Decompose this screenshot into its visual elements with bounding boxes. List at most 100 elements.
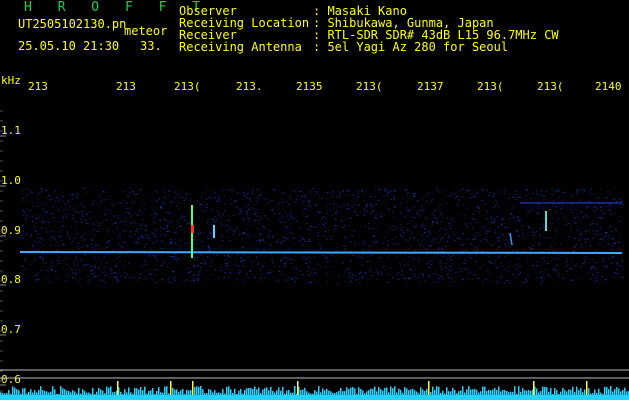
noise-dot xyxy=(259,233,261,235)
noise-dot xyxy=(598,217,600,219)
noise-dot xyxy=(232,234,234,236)
noise-dot xyxy=(601,243,603,245)
noise-dot xyxy=(313,250,316,252)
noise-dot xyxy=(386,194,388,196)
noise-dot xyxy=(618,198,620,200)
noise-dot xyxy=(271,208,273,210)
noise-dot xyxy=(600,218,602,220)
noise-dot xyxy=(160,207,163,209)
noise-dot xyxy=(55,196,58,198)
time-tick-label: 2137 xyxy=(417,80,444,93)
noise-dot xyxy=(500,222,502,224)
signal-level-bar xyxy=(404,387,406,396)
noise-dot xyxy=(343,204,345,206)
noise-dot xyxy=(443,204,445,206)
noise-dot xyxy=(473,246,476,248)
signal-level-bar xyxy=(268,390,270,396)
noise-dot xyxy=(169,201,172,203)
noise-dot xyxy=(579,226,581,228)
noise-dot xyxy=(271,200,273,202)
signal-level-bar xyxy=(510,391,512,396)
noise-dot xyxy=(589,262,591,264)
noise-dot xyxy=(590,188,592,190)
noise-dot xyxy=(119,201,121,203)
noise-dot xyxy=(600,216,602,218)
noise-dot xyxy=(294,191,297,193)
noise-dot xyxy=(548,249,550,251)
noise-dot xyxy=(193,274,195,276)
noise-dot xyxy=(531,231,533,233)
noise-dot xyxy=(407,256,410,258)
signal-level-bar xyxy=(90,393,92,396)
noise-dot xyxy=(66,275,68,277)
noise-dot xyxy=(516,250,518,252)
signal-level-bar xyxy=(50,391,52,396)
noise-dot xyxy=(58,221,60,223)
noise-dot xyxy=(273,213,275,215)
noise-dot xyxy=(107,209,109,211)
noise-dot xyxy=(171,276,173,278)
noise-dot xyxy=(68,274,70,276)
noise-dot xyxy=(109,212,111,214)
noise-dot xyxy=(166,225,169,227)
noise-dot xyxy=(439,254,442,256)
noise-dot xyxy=(185,198,187,200)
noise-dot xyxy=(573,250,575,252)
noise-dot xyxy=(171,259,173,261)
noise-dot xyxy=(427,193,429,195)
signal-level-bar xyxy=(126,392,128,396)
noise-dot xyxy=(355,198,357,200)
noise-dot xyxy=(107,241,110,243)
noise-dot xyxy=(174,242,176,244)
noise-dot xyxy=(342,227,344,228)
noise-dot xyxy=(41,257,44,259)
noise-dot xyxy=(117,236,120,237)
noise-dot xyxy=(533,268,536,270)
noise-dot xyxy=(329,191,332,193)
signal-level-bar xyxy=(160,392,162,396)
noise-dot xyxy=(428,202,430,204)
noise-dot xyxy=(174,279,176,281)
noise-dot xyxy=(453,221,455,223)
noise-dot xyxy=(518,220,521,221)
noise-dot xyxy=(514,198,517,200)
noise-dot xyxy=(436,188,438,189)
noise-dot xyxy=(124,277,126,279)
noise-dot xyxy=(111,238,113,240)
noise-dot xyxy=(432,221,434,223)
noise-dot xyxy=(303,257,305,259)
noise-dot xyxy=(264,215,266,217)
noise-dot xyxy=(374,196,377,198)
signal-level-bar xyxy=(550,388,552,396)
noise-dot xyxy=(351,235,353,237)
noise-dot xyxy=(155,200,158,202)
noise-dot xyxy=(465,249,467,251)
noise-dot xyxy=(194,257,196,259)
noise-dot xyxy=(522,281,525,283)
noise-dot xyxy=(503,223,505,225)
noise-dot xyxy=(362,193,364,195)
noise-dot xyxy=(30,264,33,266)
noise-dot xyxy=(195,279,197,281)
noise-dot xyxy=(251,193,253,195)
signal-level-bar xyxy=(538,392,540,396)
noise-dot xyxy=(73,262,75,263)
noise-dot xyxy=(590,268,592,270)
noise-dot xyxy=(407,230,409,232)
signal-level-bar xyxy=(150,390,152,396)
noise-dot xyxy=(553,258,556,260)
noise-dot xyxy=(410,245,413,247)
noise-dot xyxy=(590,245,592,247)
noise-dot xyxy=(573,275,575,277)
noise-dot xyxy=(365,188,367,190)
noise-dot xyxy=(30,235,32,237)
noise-dot xyxy=(586,207,588,209)
signal-level-bar xyxy=(148,391,150,396)
noise-dot xyxy=(39,255,41,257)
noise-dot xyxy=(146,237,148,239)
noise-dot xyxy=(501,219,503,220)
noise-dot xyxy=(224,259,227,261)
signal-level-bar xyxy=(368,390,370,396)
signal-level-bar xyxy=(314,390,316,396)
noise-dot xyxy=(233,229,235,231)
